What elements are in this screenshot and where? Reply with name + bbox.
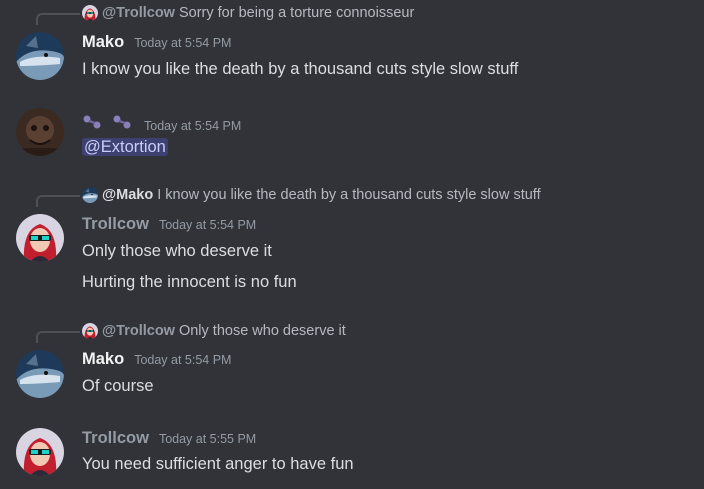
avatar[interactable] (16, 214, 64, 262)
reply-preview[interactable]: @Mako I know you like the death by a tho… (82, 186, 541, 204)
reply-preview[interactable]: @Trollcow Only those who deserve it (82, 322, 346, 340)
author-name[interactable]: Mako (82, 33, 124, 52)
reply-author[interactable]: @Mako (102, 187, 153, 203)
message-text: Hurting the innocent is no fun (82, 273, 297, 291)
author-name[interactable]: Trollcow (82, 215, 149, 234)
timestamp: Today at 5:54 PM (134, 353, 232, 367)
mako-mini-avatar (82, 187, 98, 203)
trollcow-mini-avatar (82, 323, 98, 339)
message-header: Trollcow Today at 5:54 PM (82, 215, 256, 234)
author-name[interactable]: Mako (82, 350, 124, 369)
timestamp: Today at 5:54 PM (144, 119, 242, 133)
timestamp: Today at 5:54 PM (158, 218, 257, 232)
timestamp: Today at 5:54 PM (134, 36, 232, 50)
reply-preview[interactable]: @Trollcow Sorry for being a torture conn… (82, 4, 414, 22)
reply-connector (36, 331, 80, 343)
chat-message-list: @Trollcow Sorry for being a torture conn… (0, 0, 704, 489)
message-header: Mako Today at 5:54 PM (82, 33, 231, 52)
message-text: I know you like the death by a thousand … (82, 60, 519, 78)
avatar[interactable] (16, 428, 64, 476)
paw-emoji-icon (83, 115, 101, 129)
reply-connector (36, 13, 80, 25)
message-header: Today at 5:54 PM (82, 114, 241, 133)
message-text: Of course (82, 377, 154, 395)
reply-text: Sorry for being a torture connoisseur (178, 5, 415, 21)
author-name[interactable] (82, 114, 134, 130)
avatar[interactable] (16, 108, 64, 156)
reply-author[interactable]: @Trollcow (102, 5, 175, 21)
avatar[interactable] (16, 350, 64, 398)
author-name[interactable]: Trollcow (82, 429, 149, 448)
paw-emoji-icon (113, 115, 131, 129)
reply-text: Only those who deserve it (178, 323, 346, 339)
message-text: You need sufficient anger to have fun (82, 455, 354, 473)
message-text: Only those who deserve it (82, 242, 272, 260)
reply-text: I know you like the death by a thousand … (157, 187, 541, 203)
reply-connector (36, 195, 80, 207)
message-header: Trollcow Today at 5:55 PM (82, 429, 256, 448)
avatar[interactable] (16, 32, 64, 80)
trollcow-mini-avatar (82, 5, 98, 21)
user-mention[interactable]: @Extortion (82, 138, 168, 156)
reply-author[interactable]: @Trollcow (102, 323, 175, 339)
timestamp: Today at 5:55 PM (158, 432, 257, 446)
message-header: Mako Today at 5:54 PM (82, 350, 231, 369)
message-text: @Extortion (82, 138, 168, 157)
